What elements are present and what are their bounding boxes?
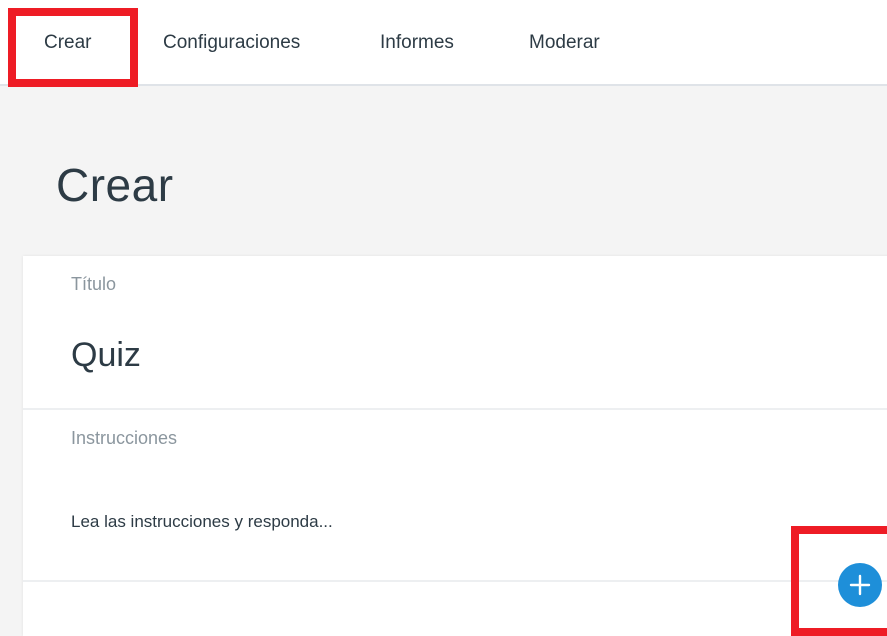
top-navigation: Crear Configuraciones Informes Moderar: [0, 0, 887, 86]
divider: [23, 408, 887, 410]
tab-informes[interactable]: Informes: [380, 0, 454, 86]
divider: [23, 580, 887, 582]
title-field-label: Título: [71, 274, 117, 294]
title-field-value[interactable]: Quiz: [71, 336, 141, 375]
tab-configuraciones[interactable]: Configuraciones: [163, 0, 300, 86]
quiz-form-card: Título Quiz Instrucciones Lea las instru…: [23, 256, 887, 636]
plus-icon: [849, 574, 871, 596]
page-title: Crear: [56, 159, 174, 211]
add-question-button[interactable]: [838, 563, 882, 607]
tab-crear[interactable]: Crear: [44, 0, 92, 86]
instructions-field-value[interactable]: Lea las instrucciones y responda...: [71, 512, 333, 532]
tab-moderar[interactable]: Moderar: [529, 0, 600, 86]
instructions-field-label: Instrucciones: [71, 428, 178, 448]
